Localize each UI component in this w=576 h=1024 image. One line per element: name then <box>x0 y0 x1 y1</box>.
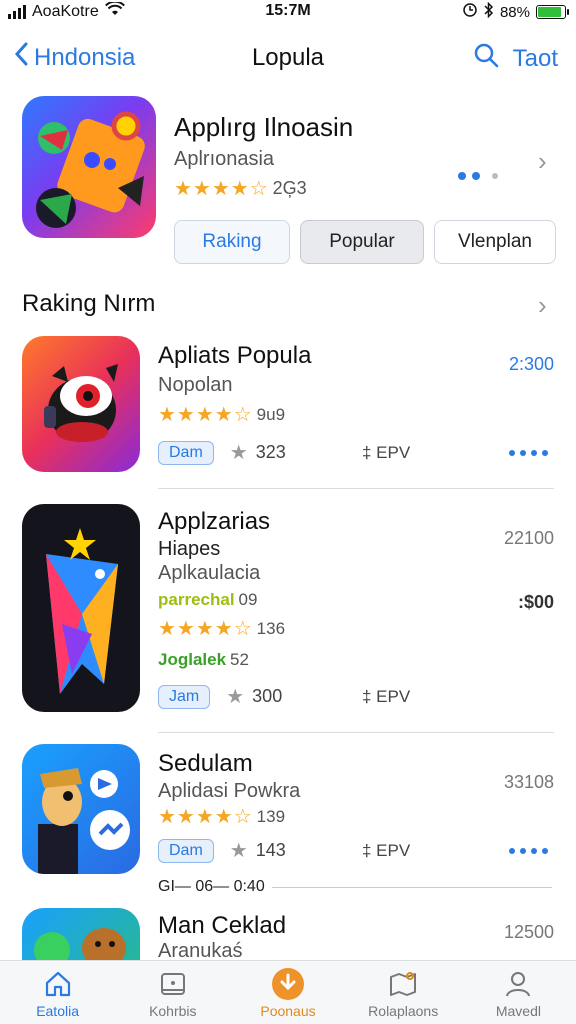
app-price[interactable]: 22100 <box>504 528 554 549</box>
more-icon[interactable] <box>509 449 548 456</box>
app-title: Applzarias <box>158 508 271 535</box>
status-right: 88% <box>462 1 569 22</box>
featured-title: Applırg Ilnoasin <box>174 112 354 142</box>
divider <box>272 887 552 888</box>
plan-button[interactable]: Vlenplan <box>434 220 556 264</box>
divider <box>158 488 554 489</box>
get-button[interactable]: Dam <box>158 440 214 465</box>
tab-person[interactable]: Mavedl <box>461 961 576 1024</box>
tab-label: Eatolia <box>36 1003 79 1019</box>
rating-value: 9u9 <box>256 404 286 424</box>
section-title: Raking Nırm <box>22 290 156 317</box>
ranking-button[interactable]: Raking <box>174 220 290 264</box>
app-price-secondary: :$00 <box>517 592 554 612</box>
app-rating: ★★★★☆ 136 <box>158 616 285 641</box>
tag2-label: Joglalek <box>158 650 227 669</box>
featured-rating: ★★★★☆ 2Ģ3 <box>174 176 307 201</box>
star-icon: ★ <box>226 686 245 708</box>
tab-map[interactable]: Rolaplaons <box>346 961 461 1024</box>
alarm-icon <box>462 2 478 22</box>
nav-bar: Hndonsia Lopula Taot <box>0 36 576 80</box>
bluetooth-icon <box>484 1 494 22</box>
app-tag2: Joglalek 52 <box>158 650 249 670</box>
download-icon <box>271 967 305 1001</box>
app-subtitle: Nopolan <box>158 374 233 396</box>
app-actions: Dam ★ 323 ‡ EPV <box>158 440 554 465</box>
person-icon <box>501 967 535 1001</box>
app-title: Man Ceklad <box>158 912 287 939</box>
tab-bar: Eatolia Kohrbis Poonaus Rolaplaons Maved… <box>0 960 576 1024</box>
home-icon <box>41 967 75 1001</box>
card-icon <box>156 967 190 1001</box>
tag1-label: parrechal <box>158 590 235 609</box>
status-bar: AoaKotre 15:7M 88% <box>0 0 576 24</box>
divider <box>158 732 554 733</box>
epv-label: ‡ EPV <box>362 840 411 860</box>
get-button[interactable]: Jam <box>158 684 211 709</box>
more-icon[interactable] <box>509 847 548 854</box>
segment-buttons: Raking Popular Vlenplan <box>174 220 556 264</box>
app-icon <box>22 504 140 712</box>
chevron-right-icon[interactable]: › <box>538 146 547 177</box>
star-rating-icon: ★★★★☆ <box>158 404 253 426</box>
list-item[interactable]: Applzarias Hiapes Aplkaulacia parrechal … <box>22 504 554 714</box>
map-icon <box>386 967 420 1001</box>
epv-label: ‡ EPV <box>362 686 411 706</box>
app-actions: Jam ★ 300 ‡ EPV <box>158 684 554 709</box>
featured-app[interactable]: Applırg Ilnoasin Aplrıonasia ★★★★☆ 2Ģ3 ›… <box>22 96 556 276</box>
star-rating-icon: ★★★★☆ <box>158 618 253 640</box>
featured-app-icon <box>22 96 156 238</box>
battery-icon <box>536 5 569 19</box>
nav-right-button[interactable]: Taot <box>513 45 558 73</box>
app-icon <box>22 744 140 874</box>
star-count: 300 <box>252 686 283 706</box>
app-subtitle: Aplidasi Powkra <box>158 780 301 802</box>
app-rating: ★★★★☆ 9u9 <box>158 402 285 427</box>
app-subtitle: Aplkaulacia <box>158 562 261 584</box>
star-rating-icon: ★★★★☆ <box>158 806 253 828</box>
nav-right: Taot <box>473 42 558 75</box>
app-price[interactable]: 12500 <box>504 922 554 943</box>
featured-subtitle: Aplrıonasia <box>174 148 275 170</box>
app-icon <box>22 336 140 472</box>
tab-label: Rolaplaons <box>368 1003 439 1019</box>
star-count: 143 <box>255 840 286 860</box>
app-title: Sedulam <box>158 750 253 777</box>
app-title: Apliats Popula <box>158 342 312 369</box>
tab-label: Mavedl <box>495 1003 541 1019</box>
page-dots[interactable] <box>458 172 498 180</box>
app-subtitle: Aranukaś <box>158 940 243 960</box>
rating-value: 136 <box>256 618 286 638</box>
get-button[interactable]: Dam <box>158 838 214 863</box>
app-line2: Hiapes <box>158 538 221 560</box>
tag2-value: 52 <box>230 650 249 669</box>
star-rating-icon: ★★★★☆ <box>174 178 269 200</box>
popular-button[interactable]: Popular <box>300 220 424 264</box>
tab-label: Poonaus <box>260 1003 316 1019</box>
tab-home[interactable]: Eatolia <box>0 961 115 1024</box>
star-icon: ★ <box>229 442 248 464</box>
app-actions: Dam ★ 143 ‡ EPV <box>158 838 554 863</box>
battery-percent: 88% <box>499 3 530 21</box>
featured-rating-count: 2Ģ3 <box>272 178 307 198</box>
app-price[interactable]: 33108 <box>504 772 554 793</box>
star-icon: ★ <box>229 840 248 862</box>
app-tag1: parrechal 09 <box>158 590 257 610</box>
epv-label: ‡ EPV <box>362 442 411 462</box>
list-item[interactable]: Apliats Popula Nopolan ★★★★☆ 9u9 2:300 D… <box>22 336 554 476</box>
app-rating: ★★★★☆ 139 <box>158 804 285 829</box>
app-footer-text: GI— 06— 0:40 <box>158 878 265 895</box>
tab-label: Kohrbis <box>149 1003 197 1019</box>
tab-card[interactable]: Kohrbis <box>115 961 230 1024</box>
search-icon[interactable] <box>473 42 499 75</box>
tab-download[interactable]: Poonaus <box>230 961 345 1024</box>
tag1-value: 09 <box>238 590 258 609</box>
section-chevron-icon[interactable]: › <box>538 290 547 321</box>
list-item[interactable]: Sedulam Aplidasi Powkra ★★★★☆ 139 33108 … <box>22 744 554 895</box>
app-icon <box>22 908 140 960</box>
app-price[interactable]: 2:300 <box>509 354 554 375</box>
list-item[interactable]: Man Ceklad Aranukaś 12500 <box>22 908 554 960</box>
star-count: 323 <box>255 442 286 462</box>
rating-value: 139 <box>256 806 286 826</box>
